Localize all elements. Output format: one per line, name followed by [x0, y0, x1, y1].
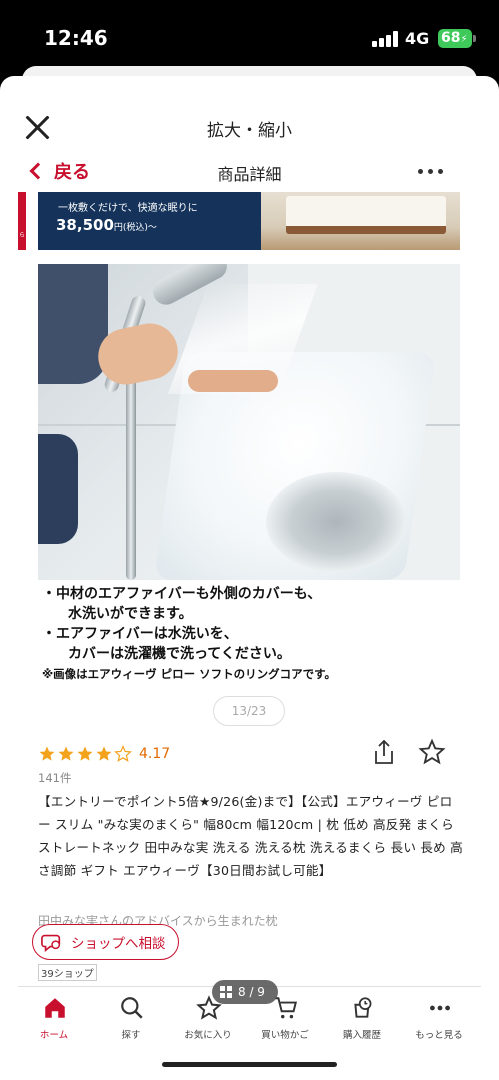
app-nav-bar: 戻る 商品詳細 [18, 154, 481, 190]
rating-stars[interactable]: 4.17 [38, 742, 170, 766]
note-line: 水洗いができます。 [68, 606, 193, 622]
review-count[interactable]: 141件 [38, 770, 71, 786]
note-line: ※画像はエアウィーヴ ピロー ソフトのリングコアです。 [42, 667, 337, 681]
modal-title: 拡大・縮小 [207, 121, 292, 141]
note-line: カバーは洗濯機で洗ってください。 [68, 646, 291, 662]
viewer-page-text: 8 / 9 [238, 985, 265, 999]
share-icon[interactable] [372, 738, 396, 766]
grid-icon [220, 986, 232, 998]
home-indicator[interactable] [162, 1062, 337, 1067]
tab-label: 探す [121, 1030, 141, 1041]
image-pager: 13/23 [213, 696, 285, 726]
note-line: ・中材のエアファイバーも外側のカバーも、 [42, 586, 322, 602]
favorite-star-icon[interactable] [418, 738, 446, 766]
side-tab[interactable]: ら [18, 192, 26, 250]
tab-label: 購入履歴 [342, 1030, 381, 1041]
network-type: 4G [405, 29, 430, 48]
history-icon [354, 997, 372, 1018]
banner-caption: 一枚敷くだけで、快適な眠りに [58, 203, 198, 214]
person-hand-2 [188, 370, 278, 392]
image-notes: ・中材のエアファイバーも外側のカバーも、 水洗いができます。 ・エアファイバーは… [42, 584, 462, 684]
status-bar: 12:46 4G 68⚡ [0, 0, 499, 64]
star-empty-icon [114, 745, 132, 762]
star-filled-icon [96, 746, 112, 761]
screen: 12:46 4G 68⚡ 拡大・縮小 戻る 商品詳細 ら 一枚敷くだけで、快適な… [0, 0, 499, 1080]
banner-price: 38,500円(税込)～ [56, 216, 157, 234]
shop-consult-button[interactable]: ショップへ相談 [32, 924, 179, 960]
star-filled-icon [39, 746, 55, 761]
more-icon [430, 1005, 450, 1011]
person-knee [38, 434, 78, 544]
bed-mattress [286, 196, 446, 234]
banner-price-suffix: 円(税込)～ [113, 223, 157, 233]
promo-banner[interactable]: 一枚敷くだけで、快適な眠りに 38,500円(税込)～ [38, 192, 460, 250]
shop-consult-label: ショップへ相談 [71, 936, 166, 952]
rating-value: 4.17 [139, 746, 171, 762]
battery-level: 68 [441, 30, 461, 46]
home-icon [45, 998, 65, 1018]
chat-icon [41, 934, 61, 952]
page-title: 商品詳細 [217, 165, 282, 184]
search-icon [121, 997, 143, 1019]
more-options-icon[interactable] [418, 169, 443, 174]
shower-hose [126, 374, 136, 580]
ring-core [266, 472, 406, 572]
tab-label: 買い物かご [261, 1030, 309, 1041]
tab-label: もっと見る [415, 1030, 463, 1041]
tab-label: お気に入り [184, 1030, 232, 1041]
viewer-page-indicator[interactable]: 8 / 9 [212, 980, 278, 1004]
tab-search[interactable]: 探す [95, 987, 167, 1047]
tab-more[interactable]: もっと見る [403, 987, 475, 1047]
zoom-modal: 拡大・縮小 戻る 商品詳細 ら 一枚敷くだけで、快適な眠りに 38,500円(税… [0, 76, 499, 1080]
note-line: ・エアファイバーは水洗いを、 [42, 626, 238, 642]
status-time: 12:46 [44, 26, 108, 50]
tab-label: ホーム [39, 1030, 69, 1041]
battery-icon: 68⚡ [438, 29, 472, 48]
star-filled-icon [77, 746, 93, 761]
shop-count: 39ショップ [38, 964, 97, 981]
cart-icon [275, 997, 297, 1019]
signal-icon [372, 31, 400, 47]
product-title: 【エントリーでポイント5倍★9/26(金)まで】【公式】エアウィーヴ ピロー ス… [38, 794, 463, 878]
battery-cap [473, 35, 476, 42]
zoomed-screenshot[interactable]: 戻る 商品詳細 ら 一枚敷くだけで、快適な眠りに 38,500円(税込)～ ・中… [18, 154, 481, 1080]
star-filled-icon [58, 746, 74, 761]
modal-header: 拡大・縮小 [0, 76, 499, 156]
product-image[interactable] [38, 264, 460, 580]
person-arm [38, 264, 108, 384]
tab-history[interactable]: 購入履歴 [326, 987, 398, 1047]
tab-home[interactable]: ホーム [18, 987, 90, 1047]
